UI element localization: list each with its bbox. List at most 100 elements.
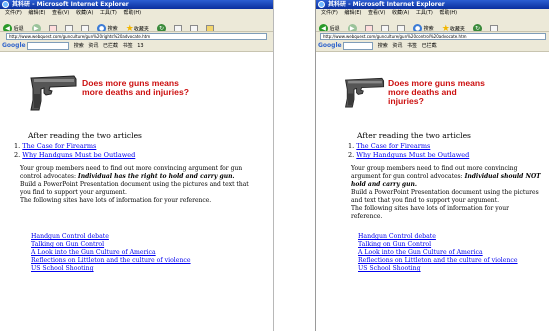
- menu-bar: 文件(F) 编辑(E) 查看(V) 收藏(A) 工具(T) 帮助(H): [316, 9, 549, 17]
- home-icon: [80, 24, 89, 31]
- back-arrow-icon: ◀: [319, 24, 328, 31]
- browser-window-left: 其科研 - Microsoft Internet Explorer 文件(F) …: [0, 0, 274, 331]
- google-news-button[interactable]: 资讯: [88, 43, 98, 49]
- link-reflections-littleton[interactable]: Reflections on Littleton and the culture…: [31, 257, 191, 265]
- menu-help[interactable]: 帮助(H): [123, 10, 141, 16]
- mail-button[interactable]: [174, 24, 183, 31]
- menu-view[interactable]: 查看(V): [368, 10, 385, 16]
- menu-view[interactable]: 查看(V): [52, 10, 69, 16]
- mail-icon: [174, 24, 183, 31]
- link-handgun-control-debate[interactable]: Handgun Control debate: [31, 233, 191, 241]
- home-button[interactable]: [80, 24, 89, 31]
- link-talking-gun-control[interactable]: Talking on Gun Control: [358, 241, 518, 249]
- address-input[interactable]: http://www.webquest.com/gunculture/gun%2…: [6, 33, 267, 40]
- address-bar: http://www.webquest.com/gunculture/gun%2…: [316, 32, 549, 41]
- refresh-button[interactable]: [64, 24, 73, 31]
- menu-favorites[interactable]: 收藏(A): [392, 10, 409, 16]
- print-button[interactable]: [190, 24, 199, 31]
- popup-blocked-button[interactable]: 已拦截: [103, 43, 118, 49]
- star-icon: ★: [441, 23, 450, 32]
- link-gun-culture-america[interactable]: A Look into the Gun Culture of America: [358, 249, 518, 257]
- menu-tools[interactable]: 工具(T): [100, 10, 117, 16]
- link-gun-culture-america[interactable]: A Look into the Gun Culture of America: [31, 249, 191, 257]
- handgun-image: [30, 75, 77, 111]
- menu-bar: 文件(F) 编辑(E) 查看(V) 收藏(A) 工具(T) 帮助(H): [0, 9, 273, 17]
- instructions-text: Your group members need to find out more…: [351, 165, 541, 221]
- popup-blocked-button[interactable]: 已拦截: [422, 43, 437, 49]
- google-logo: Google: [2, 42, 26, 49]
- menu-tools[interactable]: 工具(T): [416, 10, 433, 16]
- article-link-handguns-outlawed[interactable]: Why Handguns Must be Outlawed: [22, 151, 135, 159]
- link-talking-gun-control[interactable]: Talking on Gun Control: [31, 241, 191, 249]
- print-icon: [190, 24, 199, 31]
- forward-arrow-icon: ▶: [347, 24, 357, 31]
- link-reflections-littleton[interactable]: Reflections on Littleton and the culture…: [358, 257, 518, 265]
- back-button[interactable]: ◀ 后退: [3, 24, 24, 31]
- search-icon: ●: [413, 24, 423, 32]
- window-title: 其科研 - Microsoft Internet Explorer: [328, 1, 445, 8]
- instructions-p1: Your group members need to find out more…: [20, 165, 243, 180]
- favorites-button[interactable]: ★收藏夹: [126, 24, 149, 32]
- page-title: Does more guns means more deaths and inj…: [82, 78, 189, 98]
- menu-help[interactable]: 帮助(H): [439, 10, 457, 16]
- history-icon: ↻: [156, 24, 166, 32]
- google-search-input[interactable]: [27, 41, 70, 50]
- instructions-p3: The following sites have lots of informa…: [20, 197, 212, 204]
- address-input[interactable]: http://www.webquest.com/gunculture/gun%2…: [320, 33, 546, 40]
- back-arrow-icon: ◀: [3, 24, 12, 31]
- folder-button[interactable]: [206, 24, 215, 31]
- menu-file[interactable]: 文件(F): [321, 10, 338, 16]
- search-button[interactable]: ● 搜索: [413, 24, 434, 32]
- handgun-image: [345, 77, 385, 108]
- history-icon: ↻: [472, 24, 482, 32]
- article-link-handguns-outlawed[interactable]: Why Handguns Must be Outlawed: [356, 151, 469, 159]
- article-link-case-for-firearms[interactable]: The Case for Firearms: [356, 142, 430, 150]
- refresh-icon: [380, 24, 389, 31]
- link-us-school-shooting[interactable]: US School Shooting: [358, 265, 518, 273]
- google-search-input[interactable]: [343, 41, 374, 50]
- instructions-p2: Build a PowerPoint Presentation document…: [20, 181, 249, 196]
- instructions-text: Your group members need to find out more…: [20, 165, 260, 205]
- menu-edit[interactable]: 编辑(E): [344, 10, 361, 16]
- google-search-button[interactable]: 搜索: [74, 43, 84, 49]
- toolbar: ◀ 后退 ▶ ● 搜索 ★收藏夹 ↻: [316, 17, 549, 32]
- history-button[interactable]: ↻: [156, 24, 166, 32]
- stop-button[interactable]: [364, 24, 373, 31]
- stop-icon: [48, 24, 57, 31]
- stop-button[interactable]: [48, 24, 57, 31]
- title-bar: 其科研 - Microsoft Internet Explorer: [0, 0, 273, 9]
- search-button[interactable]: ● 搜索: [97, 24, 118, 31]
- mail-button[interactable]: [490, 24, 499, 31]
- forward-button[interactable]: ▶: [31, 24, 41, 31]
- refresh-icon: [64, 24, 73, 31]
- folder-icon: [206, 24, 215, 31]
- refresh-button[interactable]: [380, 24, 389, 31]
- back-button[interactable]: ◀ 后退: [319, 24, 340, 31]
- forward-button[interactable]: ▶: [347, 24, 357, 31]
- tab-count: 13: [137, 43, 144, 49]
- article-item-1: 1. The Case for Firearms: [348, 142, 431, 150]
- page-content: Does more guns means more deaths and inj…: [0, 52, 273, 331]
- menu-edit[interactable]: 编辑(E): [28, 10, 45, 16]
- instructions-p1: Your group members need to find out more…: [351, 165, 541, 188]
- ie-icon: [318, 1, 325, 8]
- link-handgun-control-debate[interactable]: Handgun Control debate: [358, 233, 518, 241]
- stop-icon: [364, 24, 373, 31]
- menu-favorites[interactable]: 收藏(A): [76, 10, 93, 16]
- article-item-2: 2. Why Handguns Must be Outlawed: [14, 151, 136, 159]
- after-reading-label: After reading the two articles: [357, 131, 471, 140]
- history-button[interactable]: ↻: [472, 24, 482, 32]
- google-bookmarks-button[interactable]: 书签: [407, 43, 417, 49]
- menu-file[interactable]: 文件(F): [5, 10, 22, 16]
- home-button[interactable]: [396, 24, 405, 31]
- link-us-school-shooting[interactable]: US School Shooting: [31, 265, 191, 273]
- google-search-button[interactable]: 搜索: [378, 43, 388, 49]
- google-news-button[interactable]: 资讯: [392, 43, 402, 49]
- reference-links: Handgun Control debate Talking on Gun Co…: [31, 233, 191, 273]
- address-bar: http://www.webquest.com/gunculture/gun%2…: [0, 32, 273, 41]
- home-icon: [396, 24, 405, 31]
- favorites-button[interactable]: ★收藏夹: [441, 23, 465, 32]
- window-title: 其科研 - Microsoft Internet Explorer: [12, 1, 129, 8]
- google-bookmarks-button[interactable]: 书签: [123, 43, 133, 49]
- article-link-case-for-firearms[interactable]: The Case for Firearms: [22, 142, 96, 150]
